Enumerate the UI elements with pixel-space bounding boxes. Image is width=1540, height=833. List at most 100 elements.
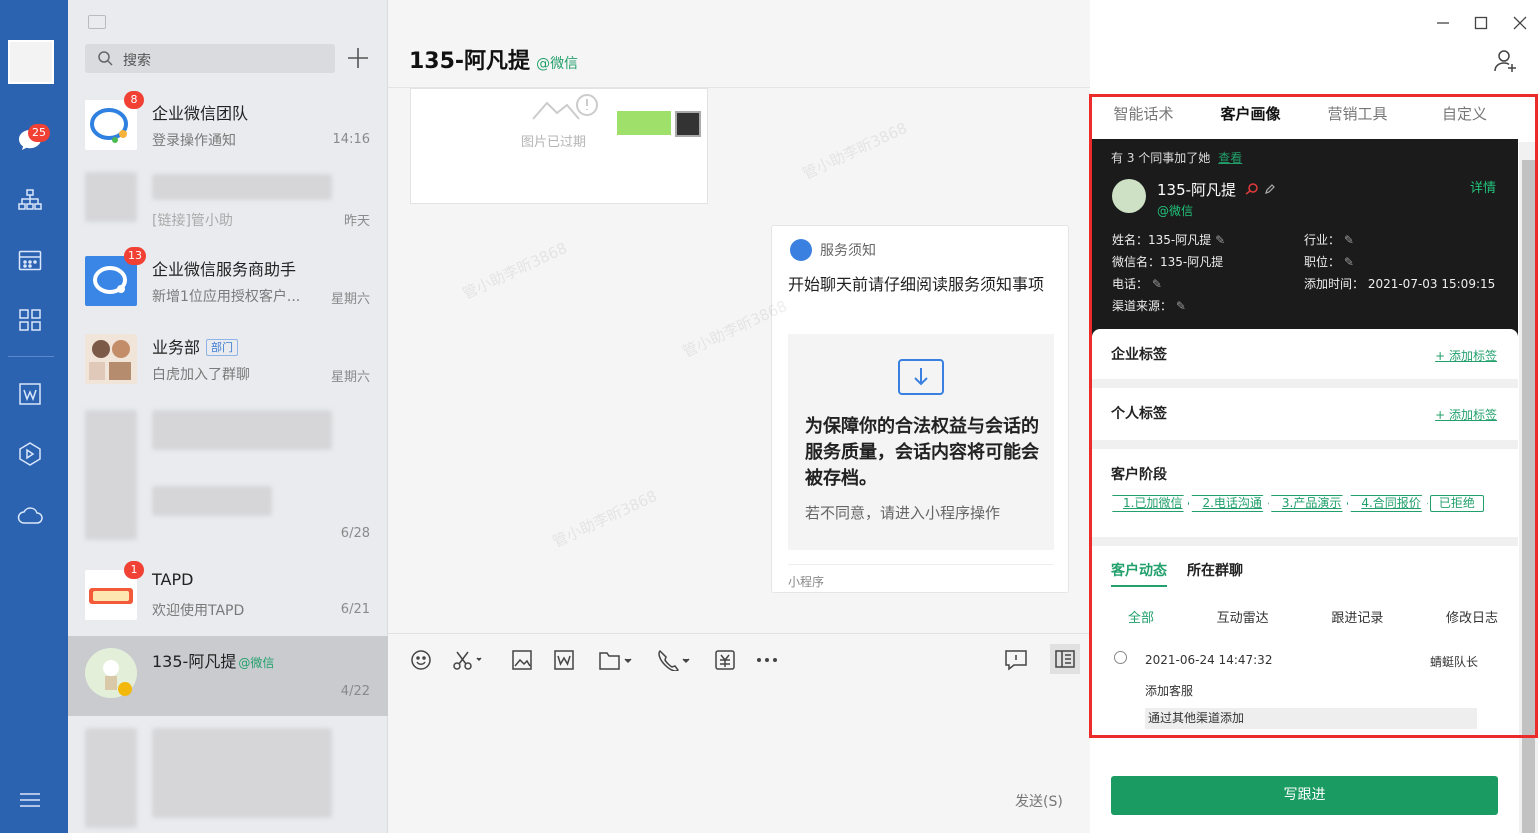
search-input[interactable]: 搜索 (85, 44, 335, 73)
panel-scrollbar[interactable] (1519, 142, 1538, 833)
expired-label: 图片已过期 (521, 135, 587, 150)
conversation-time: 星期六 (330, 292, 370, 307)
conversation-time: 4/22 (340, 684, 370, 699)
add-enterprise-tag-link[interactable]: + 添加标签 (1435, 347, 1497, 364)
document-icon[interactable] (553, 648, 575, 672)
department-tag: 部门 (206, 339, 239, 356)
tab-customer-profile[interactable]: 客户画像 (1197, 94, 1304, 138)
tag-icon[interactable] (1245, 183, 1259, 195)
phone-cloud-icon[interactable] (0, 494, 60, 534)
add-personal-tag-link[interactable]: + 添加标签 (1435, 406, 1497, 423)
blurred-name (152, 174, 332, 200)
close-icon[interactable] (1513, 16, 1527, 30)
edit-icon[interactable]: ✎ (1176, 299, 1186, 313)
service-card-title: 服务须知 (820, 243, 876, 259)
tab-marketing-tools[interactable]: 营销工具 (1304, 94, 1411, 138)
screenshot-icon[interactable] (452, 648, 482, 672)
scrollbar-thumb[interactable] (1522, 160, 1535, 833)
stage-item[interactable]: 2.电话沟通 (1191, 495, 1269, 512)
section-divider (1092, 379, 1518, 388)
tab-smart-script[interactable]: 智能话术 (1090, 94, 1197, 138)
customer-stage-section: 客户阶段 1.已加微信 2.电话沟通 3.产品演示 4.合同报价 已拒绝 (1092, 449, 1518, 537)
detail-link[interactable]: 详情 (1470, 177, 1496, 196)
filter-changelog[interactable]: 修改日志 (1446, 607, 1498, 626)
edit-icon[interactable]: ✎ (1344, 255, 1354, 269)
payment-icon[interactable] (714, 648, 736, 672)
app-window: 25 搜索 8 企业微信团队 登录操作通知 14:16 [链接]管小助 昨天 1… (0, 0, 1540, 833)
filter-followup[interactable]: 跟进记录 (1331, 607, 1383, 626)
menu-icon[interactable] (0, 780, 60, 820)
service-notice-card[interactable]: 服务须知 开始聊天前请仔细阅读服务须知事项 为保障你的合法权益与会话的服务质量，… (771, 225, 1069, 593)
service-icon (790, 239, 812, 261)
image-expired-icon (532, 94, 598, 120)
more-icon[interactable] (756, 648, 778, 672)
chat-title: 135-阿凡提 @微信 (409, 43, 578, 75)
edit-icon[interactable] (1264, 183, 1276, 195)
input-toolbar: 发送(S) (388, 633, 1090, 833)
unread-badge: 8 (124, 91, 144, 109)
stage-item-rejected[interactable]: 已拒绝 (1429, 495, 1484, 512)
service-card-header: 服务须知 (790, 239, 876, 261)
phone-icon[interactable] (656, 648, 692, 672)
wechat-suffix: @微信 (238, 656, 275, 670)
tab-groups[interactable]: 所在群聊 (1187, 560, 1243, 587)
field-position-text: 职位： (1304, 255, 1341, 269)
maximize-icon[interactable] (1474, 16, 1488, 30)
expired-image-message[interactable]: 图片已过期 (410, 88, 708, 204)
stage-item[interactable]: 3.产品演示 (1270, 495, 1349, 512)
chat-area: 135-阿凡提 @微信 图片已过期 服务须知 开始聊天前请仔细阅读服务须知事项 为… (388, 0, 1090, 833)
edit-icon[interactable]: ✎ (1344, 233, 1354, 247)
conversation-name: 业务部 部门 (152, 334, 239, 358)
customer-card: 有 3 个同事加了她 查看 135-阿凡提 @微信 详情 姓名：135-阿凡提 ✎… (1092, 139, 1518, 349)
stage-item[interactable]: 1.已加微信 (1112, 495, 1190, 512)
image-icon[interactable] (511, 648, 533, 672)
message-history-icon[interactable] (1004, 648, 1028, 672)
emoji-icon[interactable] (410, 648, 432, 672)
folder-icon[interactable] (598, 648, 634, 672)
list-item[interactable]: 1 TAPD 欢迎使用TAPD 6/21 (68, 558, 388, 636)
hexagon-icon[interactable] (0, 434, 60, 474)
conversation-name: 135-阿凡提 @微信 (152, 648, 274, 672)
edit-icon[interactable]: ✎ (1215, 233, 1225, 247)
field-channel-text: 渠道来源： (1112, 299, 1173, 313)
left-rail: 25 (0, 0, 68, 833)
list-item[interactable]: 8 企业微信团队 登录操作通知 14:16 (68, 88, 388, 166)
sidebar-toggle-icon[interactable] (1050, 644, 1080, 674)
conversation-avatar (85, 648, 137, 698)
tab-custom[interactable]: 自定义 (1411, 94, 1518, 138)
add-button[interactable] (344, 44, 372, 72)
filter-all[interactable]: 全部 (1128, 607, 1154, 626)
record-detail: 通过其他渠道添加 (1145, 708, 1477, 729)
edit-icon[interactable]: ✎ (1152, 277, 1162, 291)
section-divider (1092, 440, 1518, 449)
list-item[interactable]: 6/28 (68, 400, 388, 556)
apps-grid-icon[interactable] (0, 300, 60, 340)
org-chart-icon[interactable] (0, 180, 60, 220)
filter-radar[interactable]: 互动雷达 (1217, 607, 1269, 626)
stage-item[interactable]: 4.合同报价 (1350, 495, 1428, 512)
list-item[interactable]: [链接]管小助 昨天 (68, 166, 388, 244)
conversation-time: 6/21 (340, 602, 370, 617)
minimize-icon[interactable] (1436, 16, 1450, 30)
group-name: 业务部 (152, 338, 201, 357)
send-button[interactable]: 发送(S) (1015, 791, 1063, 811)
thumbnail (675, 111, 701, 137)
tab-customer-dynamics[interactable]: 客户动态 (1111, 560, 1167, 587)
personal-tags-title: 个人标签 (1111, 406, 1167, 422)
list-item[interactable]: 业务部 部门 白虎加入了群聊 星期六 (68, 322, 388, 400)
calendar-icon[interactable] (0, 240, 60, 280)
doc-icon[interactable] (0, 374, 60, 414)
conversation-preview: 欢迎使用TAPD (152, 603, 245, 619)
collapse-icon[interactable] (88, 15, 106, 29)
view-colleagues-link[interactable]: 查看 (1218, 151, 1242, 165)
add-member-icon[interactable] (1493, 48, 1519, 78)
colleague-info: 有 3 个同事加了她 查看 (1111, 149, 1242, 166)
dynamics-filters: 全部 互动雷达 跟进记录 修改日志 (1110, 607, 1510, 626)
list-item[interactable]: 135-阿凡提 @微信 4/22 (68, 636, 388, 716)
unread-badge: 1 (124, 561, 144, 579)
list-item[interactable]: 13 企业微信服务商助手 新增1位应用授权客户... 星期六 (68, 244, 388, 322)
watermark: 管小助李昕3868 (549, 486, 660, 552)
write-followup-button[interactable]: 写跟进 (1111, 776, 1498, 815)
rail-divider (8, 356, 54, 357)
user-avatar[interactable] (8, 40, 54, 84)
